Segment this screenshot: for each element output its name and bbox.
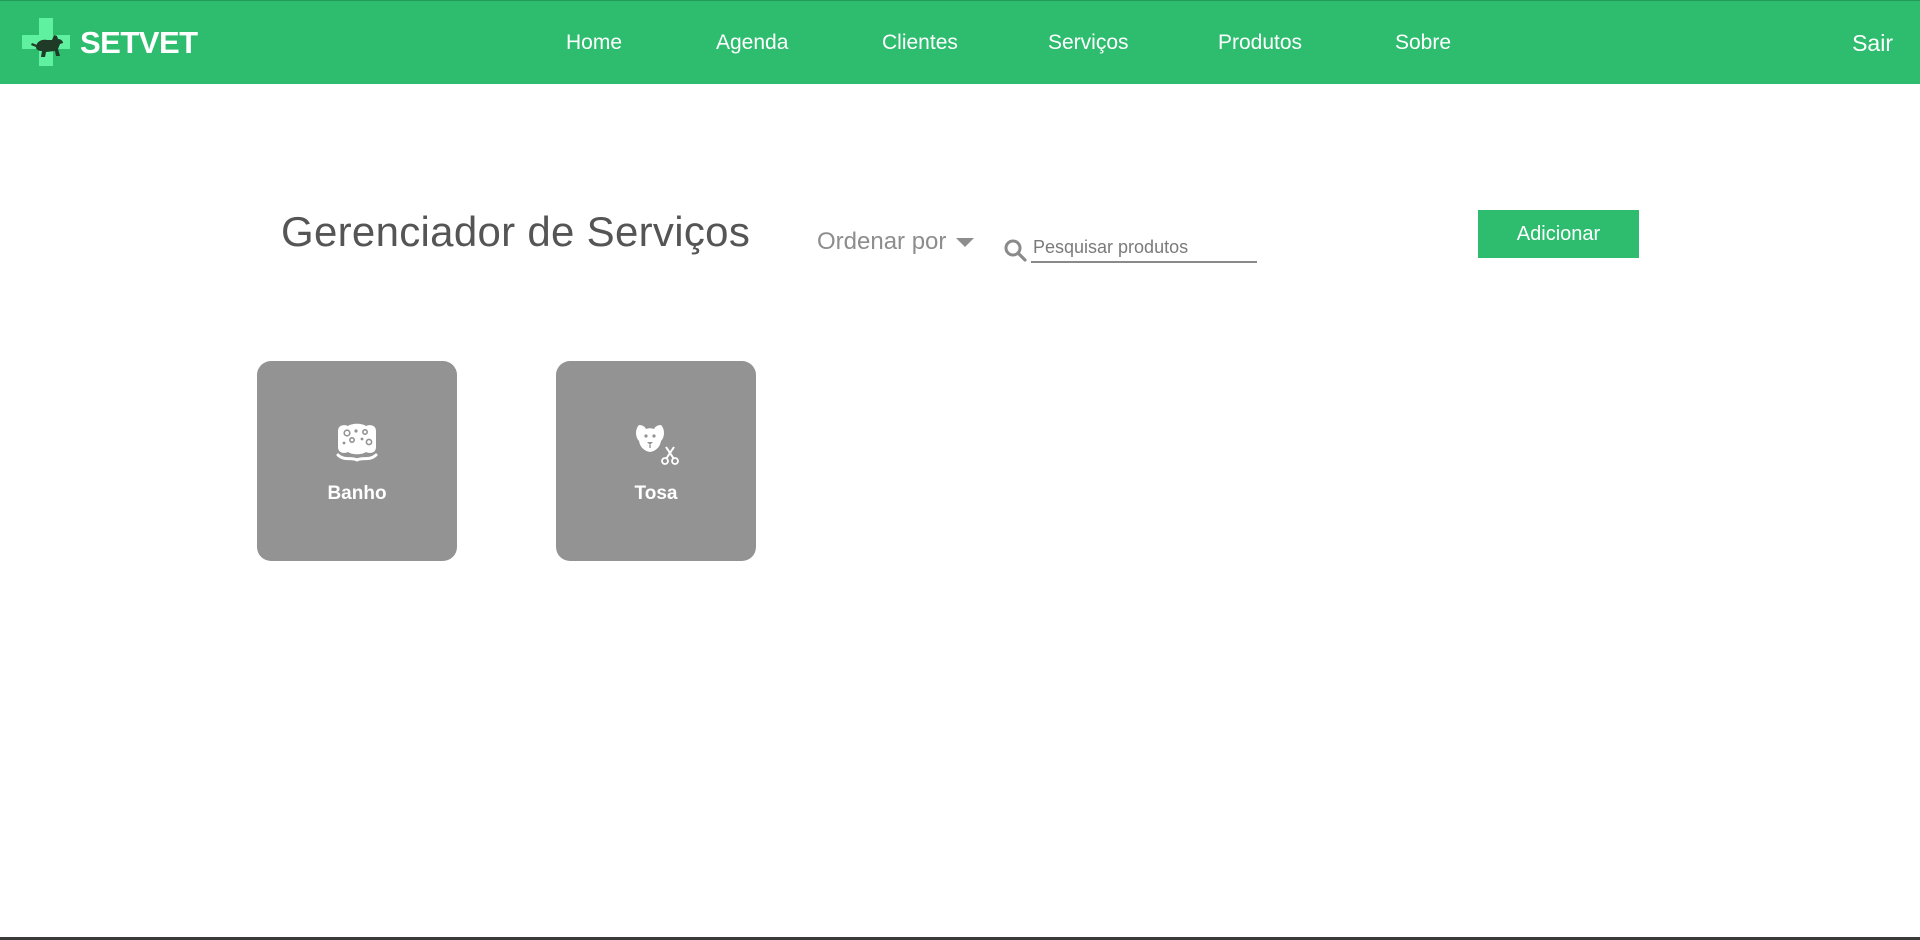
add-button[interactable]: Adicionar xyxy=(1478,210,1639,258)
nav-sobre[interactable]: Sobre xyxy=(1395,31,1451,55)
nav-clientes[interactable]: Clientes xyxy=(882,31,958,55)
nav-servicos[interactable]: Serviços xyxy=(1048,31,1129,55)
main-nav: Home Agenda Clientes Serviços Produtos S… xyxy=(0,1,1920,85)
page-title: Gerenciador de Serviços xyxy=(281,208,751,255)
service-card-tosa[interactable]: Tosa xyxy=(556,361,756,561)
nav-agenda[interactable]: Agenda xyxy=(716,31,788,55)
service-card-banho[interactable]: Banho xyxy=(257,361,457,561)
search-box xyxy=(1003,233,1257,263)
nav-produtos[interactable]: Produtos xyxy=(1218,31,1302,55)
service-card-label: Banho xyxy=(327,483,387,504)
search-input[interactable] xyxy=(1031,233,1257,263)
sort-dropdown[interactable]: Ordenar por xyxy=(817,228,975,256)
service-card-label: Tosa xyxy=(634,483,678,504)
search-icon xyxy=(1004,239,1027,262)
sort-label: Ordenar por xyxy=(817,228,947,255)
nav-home[interactable]: Home xyxy=(566,31,622,55)
logout-link[interactable]: Sair xyxy=(1852,30,1893,57)
caret-down-icon xyxy=(956,237,975,247)
top-navbar: SETVET Home Agenda Clientes Serviços Pro… xyxy=(0,0,1920,84)
sponge-icon xyxy=(336,423,378,462)
dog-scissors-icon xyxy=(636,425,679,465)
